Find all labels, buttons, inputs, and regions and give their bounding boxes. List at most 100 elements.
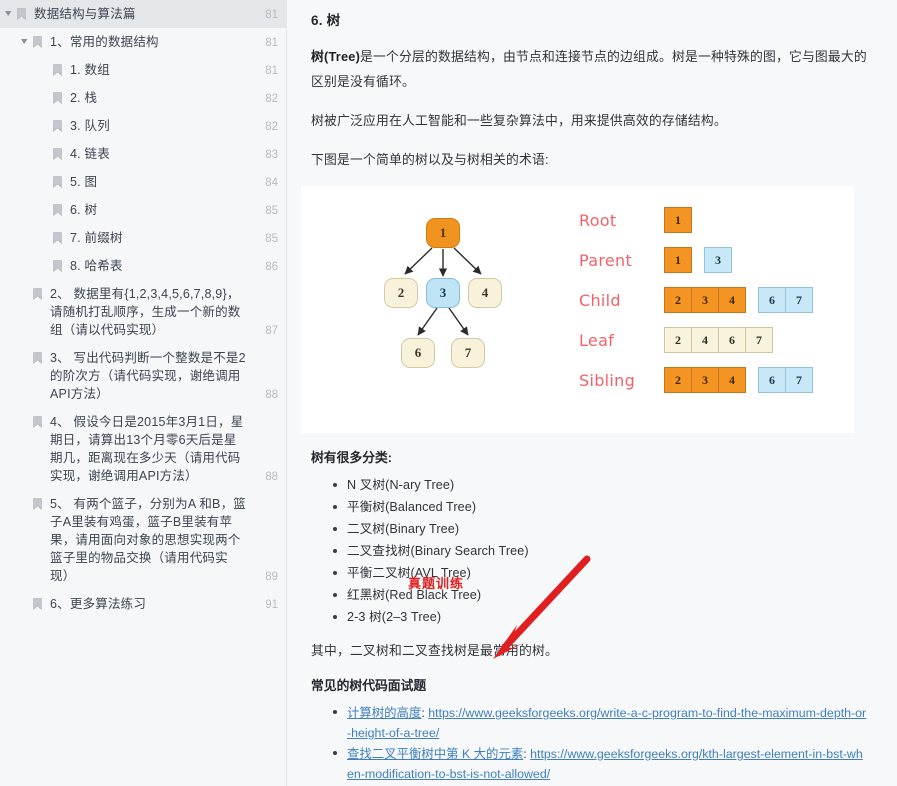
toc-item-1[interactable]: 1、常用的数据结构 81 <box>0 28 286 56</box>
toc-item-11[interactable]: 3、 写出代码判断一个整数是不是2的阶次方（请代码实现，谢绝调用API方法） 88 <box>0 344 286 408</box>
toc-item-label: 2. 栈 <box>70 91 98 105</box>
toc-item-label: 7. 前缀树 <box>70 231 123 245</box>
page-title: 6. 树 <box>311 13 341 28</box>
toc-item-0[interactable]: 数据结构与算法篇 81 <box>0 0 286 28</box>
toc-item-label: 2、 数据里有{1,2,3,4,5,6,7,8,9}，请随机打乱顺序，生成一个新… <box>50 287 241 337</box>
interview-link-item-1[interactable]: 查找二叉平衡树中第 K 大的元素: https://www.geeksforge… <box>333 744 867 784</box>
tree-classes-list: N 叉树(N-ary Tree) 平衡树(Balanced Tree) 二叉树(Bi… <box>311 475 867 628</box>
bookmark-icon <box>51 229 64 244</box>
legend-label: Parent <box>579 250 633 270</box>
tree-node-1: 1 <box>426 218 460 248</box>
legend-cell: 7 <box>785 287 813 313</box>
toc-item-page-number: 81 <box>265 37 278 49</box>
toc-item-page-number: 84 <box>265 177 278 189</box>
toc-item-2[interactable]: 1. 数组 81 <box>0 56 286 84</box>
twisty-placeholder <box>38 201 51 206</box>
tree-class-item: 二叉查找树(Binary Search Tree) <box>333 541 867 562</box>
bookmark-icon <box>51 89 64 104</box>
interview-link-title[interactable]: 查找二叉平衡树中第 K 大的元素 <box>347 747 523 761</box>
toc-item-12[interactable]: 4、 假设今日是2015年3月1日，星期日，请算出13个月零6天后是星期几，距离… <box>0 408 286 490</box>
document-content-pane: 6. 树 树(Tree)是一个分层的数据结构，由节点和连接节点的边组成。树是一种… <box>287 0 897 786</box>
table-of-contents-sidebar[interactable]: 数据结构与算法篇 81 1、常用的数据结构 81 1. 数组 81 2. 栈 82 3. 队列 8… <box>0 0 287 786</box>
legend-cell-group: 234 <box>664 287 746 313</box>
toc-item-page-number: 88 <box>265 389 278 401</box>
toc-item-label: 5、 有两个篮子，分别为A 和B，篮子A里装有鸡蛋，篮子B里装有苹果，请用面向对… <box>50 497 246 583</box>
twisty-placeholder <box>18 495 31 500</box>
toc-item-page-number: 81 <box>265 65 278 77</box>
toc-item-14[interactable]: 6、更多算法练习 91 <box>0 590 286 618</box>
page-root: 数据结构与算法篇 81 1、常用的数据结构 81 1. 数组 81 2. 栈 82 3. 队列 8… <box>0 0 897 786</box>
legend-cell: 4 <box>718 287 746 313</box>
legend-cell-group: 1 <box>664 207 692 233</box>
bookmark-icon <box>51 117 64 132</box>
classes-note: 其中，二叉树和二叉查找树是最常用的树。 <box>311 643 558 658</box>
tree-terminology-legend: Root 1 Parent 1 3 Child 2 3 4 6 7 Leaf 2 4 6 7 Sibling 2 3… <box>571 186 854 433</box>
bookmark-icon <box>51 257 64 272</box>
legend-label: Root <box>579 210 617 230</box>
toc-item-page-number: 82 <box>265 93 278 105</box>
toc-item-page-number: 83 <box>265 149 278 161</box>
toc-item-label: 1、常用的数据结构 <box>50 35 159 49</box>
bookmark-icon <box>51 145 64 160</box>
twisty-placeholder <box>38 173 51 178</box>
toc-item-label: 4. 链表 <box>70 147 110 161</box>
toc-item-page-number: 85 <box>265 233 278 245</box>
legend-cell: 7 <box>745 327 773 353</box>
twisty-placeholder <box>38 61 51 66</box>
chevron-down-icon[interactable] <box>2 5 15 17</box>
tree-node-3: 3 <box>426 278 460 308</box>
legend-cell: 3 <box>704 247 732 273</box>
toc-item-9[interactable]: 8. 哈希表 86 <box>0 252 286 280</box>
legend-cell-group: 67 <box>758 287 813 313</box>
toc-item-label: 5. 图 <box>70 175 98 189</box>
toc-item-10[interactable]: 2、 数据里有{1,2,3,4,5,6,7,8,9}，请随机打乱顺序，生成一个新… <box>0 280 286 344</box>
term-tree: 树(Tree) <box>311 49 361 64</box>
tree-class-item: 红黑树(Red Black Tree) <box>333 585 867 606</box>
interview-heading: 常见的树代码面试题 <box>311 678 427 693</box>
toc-item-4[interactable]: 3. 队列 82 <box>0 112 286 140</box>
tree-class-item: 二叉树(Binary Tree) <box>333 519 867 540</box>
tree-node-6: 6 <box>401 338 435 368</box>
chevron-down-icon[interactable] <box>18 33 31 45</box>
twisty-placeholder <box>38 117 51 122</box>
toc-item-label: 4、 假设今日是2015年3月1日，星期日，请算出13个月零6天后是星期几，距离… <box>50 415 244 483</box>
toc-item-7[interactable]: 6. 树 85 <box>0 196 286 224</box>
toc-item-label: 8. 哈希表 <box>70 259 123 273</box>
legend-row-root: Root 1 <box>579 200 854 240</box>
bookmark-icon <box>51 61 64 76</box>
toc-item-label: 数据结构与算法篇 <box>34 7 136 21</box>
interview-link-title[interactable]: 计算树的高度 <box>347 706 421 720</box>
twisty-placeholder <box>38 89 51 94</box>
legend-cell-group: 1 <box>664 247 692 273</box>
bookmark-icon <box>31 33 44 48</box>
tree-diagram: 1 2 3 4 6 7 <box>301 186 571 433</box>
toc-item-3[interactable]: 2. 栈 82 <box>0 84 286 112</box>
legend-cell: 4 <box>691 327 719 353</box>
bookmark-icon <box>31 413 44 428</box>
toc-item-8[interactable]: 7. 前缀树 85 <box>0 224 286 252</box>
tree-class-item: 平衡树(Balanced Tree) <box>333 497 867 518</box>
toc-item-5[interactable]: 4. 链表 83 <box>0 140 286 168</box>
legend-cell-group: 3 <box>704 247 732 273</box>
twisty-placeholder <box>18 349 31 354</box>
classes-heading: 树有很多分类: <box>311 450 393 465</box>
legend-label: Child <box>579 290 621 310</box>
legend-cell: 7 <box>785 367 813 393</box>
toc-item-6[interactable]: 5. 图 84 <box>0 168 286 196</box>
tree-node-7: 7 <box>451 338 485 368</box>
toc-item-page-number: 87 <box>265 325 278 337</box>
toc-item-label: 6. 树 <box>70 203 98 217</box>
bookmark-icon <box>15 5 28 20</box>
toc-item-page-number: 88 <box>265 471 278 483</box>
paragraph-definition: 树(Tree)是一个分层的数据结构，由节点和连接节点的边组成。树是一种特殊的图，… <box>311 44 867 94</box>
toc-item-label: 3、 写出代码判断一个整数是不是2的阶次方（请代码实现，谢绝调用API方法） <box>50 351 246 401</box>
interview-links-list[interactable]: 计算树的高度: https://www.geeksforgeeks.org/wr… <box>311 703 867 786</box>
legend-cell-group: 67 <box>758 367 813 393</box>
interview-link-item-0[interactable]: 计算树的高度: https://www.geeksforgeeks.org/wr… <box>333 703 867 743</box>
legend-cell: 6 <box>718 327 746 353</box>
legend-cell: 2 <box>664 287 692 313</box>
legend-cell: 1 <box>664 247 692 273</box>
toc-item-13[interactable]: 5、 有两个篮子，分别为A 和B，篮子A里装有鸡蛋，篮子B里装有苹果，请用面向对… <box>0 490 286 590</box>
bookmark-icon <box>31 349 44 364</box>
bookmark-icon <box>51 201 64 216</box>
